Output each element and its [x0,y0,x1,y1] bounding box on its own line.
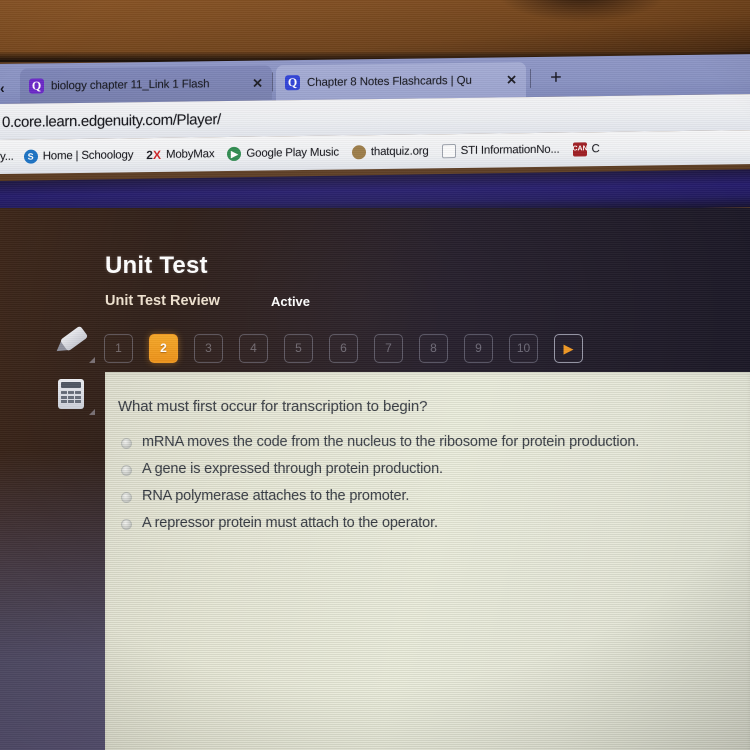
bookmark-label: Home | Schoology [42,149,134,163]
close-tab-2-icon[interactable]: ✕ [503,72,520,88]
tab-divider [272,72,273,92]
schoology-icon: S [23,149,38,164]
question-prompt: What must first occur for transcription … [118,398,428,415]
question-button-8[interactable]: 8 [419,334,448,363]
question-button-3[interactable]: 3 [194,334,223,363]
question-button-4[interactable]: 4 [239,334,268,363]
answer-choice-1-text: mRNA moves the code from the nucleus to … [142,434,640,450]
bookmark-item-schoology[interactable]: S Home | Schoology [23,148,134,164]
question-button-5[interactable]: 5 [284,334,313,363]
radio-button[interactable] [121,519,132,530]
question-button-10[interactable]: 10 [509,334,538,363]
google-play-music-icon: ▶ [227,146,242,162]
radio-button[interactable] [121,465,132,476]
answer-choice-2[interactable]: A gene is expressed through protein prod… [121,461,749,477]
close-tab-1-icon[interactable]: ✕ [249,75,266,91]
bookmark-label: y... [0,150,14,163]
radio-button[interactable] [121,492,132,503]
question-button-1[interactable]: 1 [104,334,133,363]
question-button-2[interactable]: 2 [149,334,178,363]
mobymax-icon: 2X [146,147,161,163]
browser-tab-1[interactable]: Q biology chapter 11_Link 1 Flash ✕ [20,65,272,104]
answer-choices: mRNA moves the code from the nucleus to … [121,434,749,542]
question-button-9[interactable]: 9 [464,334,493,363]
assessment-subtitle: Unit Test Review [105,293,220,309]
bookmark-label: Google Play Music [246,146,339,160]
status-badge: Active [271,294,311,309]
bookmark-item-mobymax[interactable]: 2X MobyMax [146,147,214,162]
question-button-6[interactable]: 6 [329,334,358,363]
bookmark-label: C [591,143,600,156]
quizlet-icon: Q [29,78,44,94]
edgenuity-player-page: Unit Test Unit Test Review Active 1 2 3 … [0,208,750,750]
bookmark-item-partial[interactable]: CAN C [572,142,600,157]
bookmark-item-truncated[interactable]: y... [0,151,14,163]
question-pager: 1 2 3 4 5 6 7 8 9 10 ▶ [104,334,583,363]
tool-rail [44,318,98,422]
calculator-icon [58,379,84,409]
question-card: What must first occur for transcription … [105,372,750,750]
bookmark-item-google-play-music[interactable]: ▶ Google Play Music [227,146,339,162]
red-site-icon: CAN [572,142,587,157]
answer-choice-1[interactable]: mRNA moves the code from the nucleus to … [121,434,749,450]
highlighter-icon [51,324,90,360]
highlighter-tool-button[interactable] [44,318,98,366]
calculator-tool-button[interactable] [44,370,98,418]
answer-choice-4-text: A repressor protein must attach to the o… [142,515,438,531]
browser-tab-2[interactable]: Q Chapter 8 Notes Flashcards | Qu ✕ [276,62,526,101]
photo-of-screen: ‹ Q biology chapter 11_Link 1 Flash ✕ Q … [0,0,750,750]
bookmark-item-sti-information[interactable]: STI InformationNo... [441,143,560,159]
answer-choice-4[interactable]: A repressor protein must attach to the o… [121,515,749,531]
next-question-button[interactable]: ▶ [554,334,583,363]
new-tab-button[interactable]: + [546,67,566,89]
page-title: Unit Test [105,252,208,279]
tab-scroll-left-icon[interactable]: ‹ [0,80,5,96]
thatquiz-icon [351,145,366,160]
browser-tab-1-title: biology chapter 11_Link 1 Flash [51,77,210,92]
answer-choice-2-text: A gene is expressed through protein prod… [142,461,443,477]
document-icon [441,144,456,159]
bookmark-label: thatquiz.org [370,145,429,159]
browser-chrome: ‹ Q biology chapter 11_Link 1 Flash ✕ Q … [0,48,750,186]
bookmark-label: MobyMax [165,148,215,161]
bookmark-label: STI InformationNo... [460,143,560,157]
bookmark-item-thatquiz[interactable]: thatquiz.org [351,144,429,160]
quizlet-icon: Q [285,75,300,91]
question-button-7[interactable]: 7 [374,334,403,363]
answer-choice-3[interactable]: RNA polymerase attaches to the promoter. [121,488,749,504]
answer-choice-3-text: RNA polymerase attaches to the promoter. [142,488,410,504]
tab-divider [530,69,531,89]
url-text: 0.core.learn.edgenuity.com/Player/ [2,110,221,131]
browser-tab-2-title: Chapter 8 Notes Flashcards | Qu [307,74,472,89]
radio-button[interactable] [121,438,132,449]
